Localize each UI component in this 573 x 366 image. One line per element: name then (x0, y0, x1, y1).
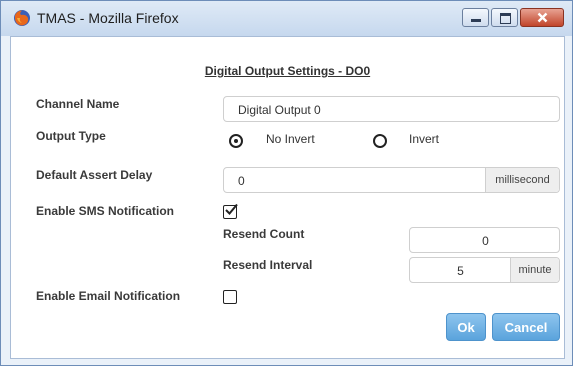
radio-invert-label: Invert (409, 132, 440, 146)
close-button[interactable] (520, 8, 564, 27)
resend-count-label: Resend Count (223, 227, 305, 241)
radio-invert[interactable] (373, 134, 387, 148)
channel-name-input[interactable]: Digital Output 0 (223, 96, 560, 122)
sms-notification-checkbox[interactable] (223, 203, 238, 219)
resend-count-input[interactable]: 0 (409, 227, 560, 253)
browser-window: TMAS - Mozilla Firefox Digital Output Se… (0, 0, 573, 366)
ok-button[interactable]: Ok (446, 313, 486, 341)
checkmark-icon (225, 203, 238, 215)
resend-interval-value: 5 (457, 264, 464, 278)
sms-notification-label: Enable SMS Notification (36, 204, 175, 218)
title-bar[interactable]: TMAS - Mozilla Firefox (1, 1, 572, 36)
radio-no-invert-label: No Invert (266, 132, 315, 146)
assert-delay-value: 0 (238, 174, 245, 188)
resend-interval-unit: minute (510, 258, 559, 282)
dialog-content: Digital Output Settings - DO0 Channel Na… (10, 36, 565, 359)
resend-count-value: 0 (482, 234, 489, 248)
channel-name-label: Channel Name (36, 97, 120, 111)
assert-delay-unit: millisecond (485, 168, 559, 192)
window-title: TMAS - Mozilla Firefox (37, 10, 179, 26)
email-notification-checkbox[interactable] (223, 290, 237, 304)
maximize-button[interactable] (491, 8, 518, 27)
radio-no-invert[interactable] (229, 134, 243, 148)
channel-name-value: Digital Output 0 (238, 103, 321, 117)
dialog-heading: Digital Output Settings - DO0 (204, 64, 371, 78)
close-icon (537, 12, 548, 23)
minimize-button[interactable] (462, 8, 489, 27)
output-type-label: Output Type (36, 129, 106, 143)
resend-interval-label: Resend Interval (223, 258, 313, 272)
firefox-icon (14, 10, 30, 26)
maximize-icon (500, 13, 511, 24)
assert-delay-label: Default Assert Delay (36, 168, 153, 182)
minimize-icon (471, 19, 481, 22)
radio-selected-dot (234, 139, 238, 143)
assert-delay-input[interactable]: 0 millisecond (223, 167, 560, 193)
email-notification-label: Enable Email Notification (36, 289, 181, 303)
cancel-button[interactable]: Cancel (492, 313, 560, 341)
resend-interval-input[interactable]: 5 minute (409, 257, 560, 283)
